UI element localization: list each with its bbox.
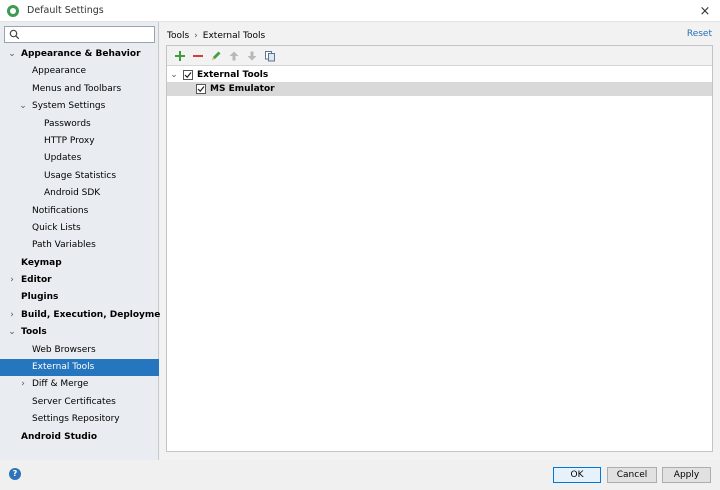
sidebar-item-label: Plugins bbox=[21, 292, 59, 303]
sidebar-item-android-sdk[interactable]: Android SDK bbox=[0, 185, 159, 202]
checkmark-icon bbox=[184, 72, 192, 79]
settings-sidebar: ⌄ Appearance & Behavior Appearance Menus an… bbox=[0, 22, 171, 460]
sidebar-item-label: Quick Lists bbox=[32, 222, 81, 233]
sidebar-item-label: Appearance bbox=[32, 66, 87, 77]
sidebar-item-web-browsers[interactable]: Web Browsers bbox=[0, 342, 159, 359]
sidebar-item-label: Diff & Merge bbox=[32, 379, 89, 390]
sidebar-item-notifications[interactable]: Notifications bbox=[0, 203, 159, 220]
chevron-right-icon[interactable]: › bbox=[18, 376, 28, 393]
remove-button[interactable] bbox=[189, 47, 207, 65]
chevron-right-icon[interactable]: › bbox=[7, 272, 17, 289]
sidebar-item-diff-merge[interactable]: › Diff & Merge bbox=[0, 376, 159, 393]
sidebar-item-build-execution-deployment[interactable]: › Build, Execution, Deployment bbox=[0, 307, 171, 324]
breadcrumb: Tools › External Tools bbox=[167, 29, 265, 43]
sidebar-item-quick-lists[interactable]: Quick Lists bbox=[0, 220, 159, 237]
arrow-up-icon bbox=[229, 51, 239, 60]
close-button[interactable]: × bbox=[690, 0, 720, 22]
move-up-button[interactable] bbox=[225, 47, 243, 65]
pencil-icon bbox=[212, 51, 221, 60]
add-button[interactable] bbox=[171, 47, 189, 65]
sidebar-item-tools[interactable]: ⌄ Tools bbox=[0, 324, 159, 341]
tool-group-checkbox[interactable] bbox=[183, 70, 193, 80]
sidebar-item-label: Notifications bbox=[32, 205, 89, 216]
plus-icon bbox=[175, 50, 185, 61]
search-input[interactable] bbox=[21, 27, 151, 42]
sidebar-item-server-certificates[interactable]: Server Certificates bbox=[0, 394, 159, 411]
search-box[interactable] bbox=[4, 26, 155, 43]
chevron-down-icon[interactable]: ⌄ bbox=[168, 70, 180, 80]
sidebar-item-menus-and-toolbars[interactable]: Menus and Toolbars bbox=[0, 81, 159, 98]
sidebar-item-label: Menus and Toolbars bbox=[32, 83, 122, 94]
sidebar-item-usage-statistics[interactable]: Usage Statistics bbox=[0, 168, 159, 185]
sidebar-item-label: Build, Execution, Deployment bbox=[21, 309, 172, 320]
help-icon[interactable]: ? bbox=[9, 468, 21, 480]
main-panel: Tools › External Tools Reset ⌄ External … bbox=[160, 22, 720, 460]
ok-button[interactable]: OK bbox=[553, 467, 601, 483]
minus-icon bbox=[193, 54, 203, 57]
checkmark-icon bbox=[197, 86, 205, 93]
sidebar-item-label: Web Browsers bbox=[32, 344, 96, 355]
chevron-down-icon[interactable]: ⌄ bbox=[18, 98, 28, 115]
sidebar-item-label: Passwords bbox=[44, 118, 91, 129]
tools-toolbar bbox=[167, 46, 712, 66]
tool-group-label: External Tools bbox=[197, 70, 269, 80]
sidebar-item-label: Usage Statistics bbox=[44, 170, 117, 181]
breadcrumb-parent: Tools bbox=[167, 31, 190, 41]
sidebar-item-label: Updates bbox=[44, 153, 82, 164]
sidebar-item-label: Settings Repository bbox=[32, 414, 120, 425]
title-bar: Default Settings × bbox=[0, 0, 720, 22]
sidebar-item-appearance-behavior[interactable]: ⌄ Appearance & Behavior bbox=[0, 46, 159, 63]
sidebar-item-passwords[interactable]: Passwords bbox=[0, 116, 159, 133]
breadcrumb-current: External Tools bbox=[202, 31, 266, 41]
sidebar-item-external-tools[interactable]: External Tools bbox=[0, 359, 159, 377]
chevron-down-icon[interactable]: ⌄ bbox=[7, 46, 17, 63]
sidebar-item-system-settings[interactable]: ⌄ System Settings bbox=[0, 98, 159, 115]
sidebar-item-updates[interactable]: Updates bbox=[0, 150, 159, 167]
sidebar-item-android-studio[interactable]: Android Studio bbox=[0, 429, 159, 446]
sidebar-item-path-variables[interactable]: Path Variables bbox=[0, 237, 159, 254]
sidebar-item-label: Editor bbox=[21, 275, 52, 286]
copy-button[interactable] bbox=[261, 47, 279, 65]
sidebar-item-keymap[interactable]: Keymap bbox=[0, 255, 159, 272]
chevron-down-icon[interactable]: ⌄ bbox=[7, 324, 17, 341]
sidebar-item-label: Keymap bbox=[21, 257, 62, 268]
sidebar-item-settings-repository[interactable]: Settings Repository bbox=[0, 411, 159, 428]
settings-tree: ⌄ Appearance & Behavior Appearance Menus an… bbox=[0, 46, 171, 446]
sidebar-item-http-proxy[interactable]: HTTP Proxy bbox=[0, 133, 159, 150]
sidebar-item-label: Server Certificates bbox=[32, 396, 116, 407]
reset-link[interactable]: Reset bbox=[687, 29, 712, 39]
chevron-right-icon[interactable]: › bbox=[7, 307, 17, 324]
arrow-down-icon bbox=[247, 51, 257, 60]
external-tools-panel: ⌄ External Tools MS Emulator bbox=[166, 45, 713, 452]
sidebar-item-appearance[interactable]: Appearance bbox=[0, 63, 159, 80]
window-title: Default Settings bbox=[27, 5, 104, 16]
edit-button[interactable] bbox=[207, 47, 225, 65]
sidebar-item-label: HTTP Proxy bbox=[44, 135, 95, 146]
tool-item-checkbox[interactable] bbox=[196, 84, 206, 94]
sidebar-item-label: Android SDK bbox=[44, 188, 101, 199]
sidebar-item-label: System Settings bbox=[32, 101, 106, 112]
sidebar-item-label: Appearance & Behavior bbox=[21, 49, 141, 59]
sidebar-item-label: External Tools bbox=[32, 362, 95, 373]
sidebar-item-label: Path Variables bbox=[32, 240, 96, 251]
breadcrumb-separator: › bbox=[194, 31, 198, 41]
sidebar-item-label: Android Studio bbox=[21, 431, 97, 442]
apply-button[interactable]: Apply bbox=[662, 467, 711, 483]
android-studio-icon bbox=[7, 4, 19, 17]
cancel-button[interactable]: Cancel bbox=[607, 467, 657, 483]
sidebar-item-plugins[interactable]: Plugins bbox=[0, 289, 159, 306]
move-down-button[interactable] bbox=[243, 47, 261, 65]
copy-icon bbox=[265, 50, 275, 61]
tool-item-row[interactable]: MS Emulator bbox=[167, 82, 712, 96]
tool-group-row[interactable]: ⌄ External Tools bbox=[167, 68, 712, 82]
search-icon bbox=[7, 29, 21, 40]
tool-item-label: MS Emulator bbox=[210, 84, 275, 94]
sidebar-item-label: Tools bbox=[21, 327, 47, 338]
sidebar-item-editor[interactable]: › Editor bbox=[0, 272, 159, 289]
dialog-footer: ? OK Cancel Apply bbox=[0, 460, 720, 490]
